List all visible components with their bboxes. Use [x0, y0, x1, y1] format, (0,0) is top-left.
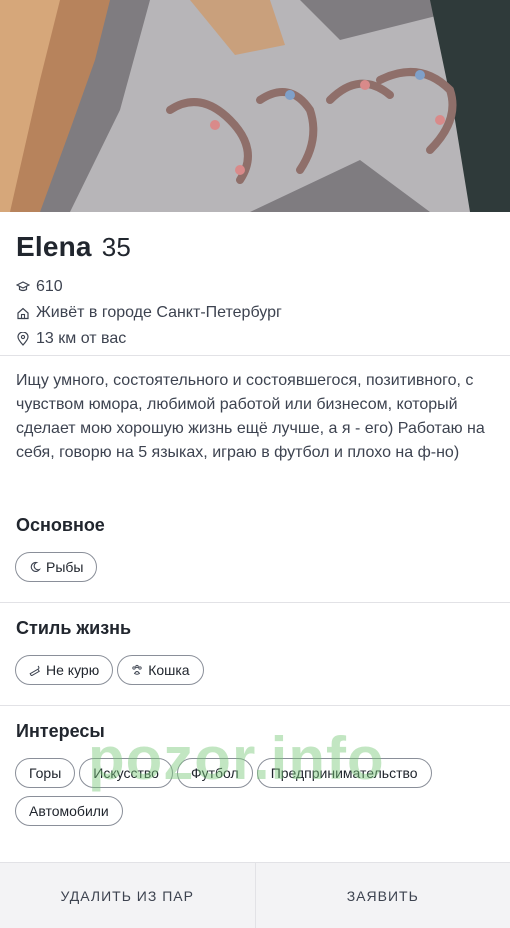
zodiac-pisces-icon [29, 561, 41, 573]
divider [0, 602, 510, 603]
chip-zodiac-label: Рыбы [46, 559, 84, 575]
paw-icon [131, 664, 143, 676]
distance-text: 13 км от вас [36, 330, 127, 347]
chip-interest[interactable]: Горы [15, 758, 76, 788]
chip-interest[interactable]: Автомобили [15, 796, 123, 826]
divider [0, 355, 510, 356]
profile-photo-image [0, 0, 510, 212]
chip-interest[interactable]: Искусство [79, 758, 173, 788]
graduation-cap-icon [16, 280, 30, 294]
chip-interest[interactable]: Футбол [176, 758, 253, 788]
chip-pet[interactable]: Кошка [117, 655, 204, 685]
section-title-lifestyle: Стиль жизнь [16, 618, 132, 638]
profile-info: Elena 35 610 Живёт в городе Санкт-Петерб… [16, 228, 496, 352]
chip-interest[interactable]: Предпринимательство [256, 758, 432, 788]
score-line: 610 [16, 274, 496, 300]
chip-smoking[interactable]: Не курю [15, 655, 114, 685]
city-line: Живёт в городе Санкт-Петербург [16, 300, 496, 326]
chips-lifestyle: Не курю Кошка [15, 655, 495, 685]
section-title-basic: Основное [16, 515, 105, 535]
distance-line: 13 км от вас [16, 326, 496, 352]
profile-bio: Ищу умного, состоятельного и состоявшего… [16, 372, 485, 461]
home-icon [16, 306, 30, 320]
profile-meta: 610 Живёт в городе Санкт-Петербург 13 км… [16, 274, 496, 352]
divider [0, 705, 510, 706]
profile-photo[interactable] [0, 0, 510, 212]
city-text: Живёт в городе Санкт-Петербург [36, 304, 282, 321]
action-bar: УДАЛИТЬ ИЗ ПАР ЗАЯВИТЬ [0, 862, 510, 928]
chip-pet-label: Кошка [148, 662, 190, 678]
section-title-interests: Интересы [16, 721, 105, 741]
chip-smoking-label: Не курю [46, 662, 100, 678]
chips-interests: Горы Искусство Футбол Предпринимательств… [15, 758, 495, 826]
profile-age: 35 [101, 232, 132, 262]
chips-basic: Рыбы [15, 552, 495, 582]
score-text: 610 [36, 278, 63, 295]
location-pin-icon [16, 332, 30, 346]
report-button[interactable]: ЗАЯВИТЬ [254, 863, 510, 928]
profile-name-row: Elena 35 [16, 228, 496, 266]
no-smoking-icon [29, 664, 41, 676]
profile-name: Elena [16, 231, 92, 262]
remove-match-button[interactable]: УДАЛИТЬ ИЗ ПАР [0, 863, 255, 928]
chip-zodiac[interactable]: Рыбы [15, 552, 98, 582]
